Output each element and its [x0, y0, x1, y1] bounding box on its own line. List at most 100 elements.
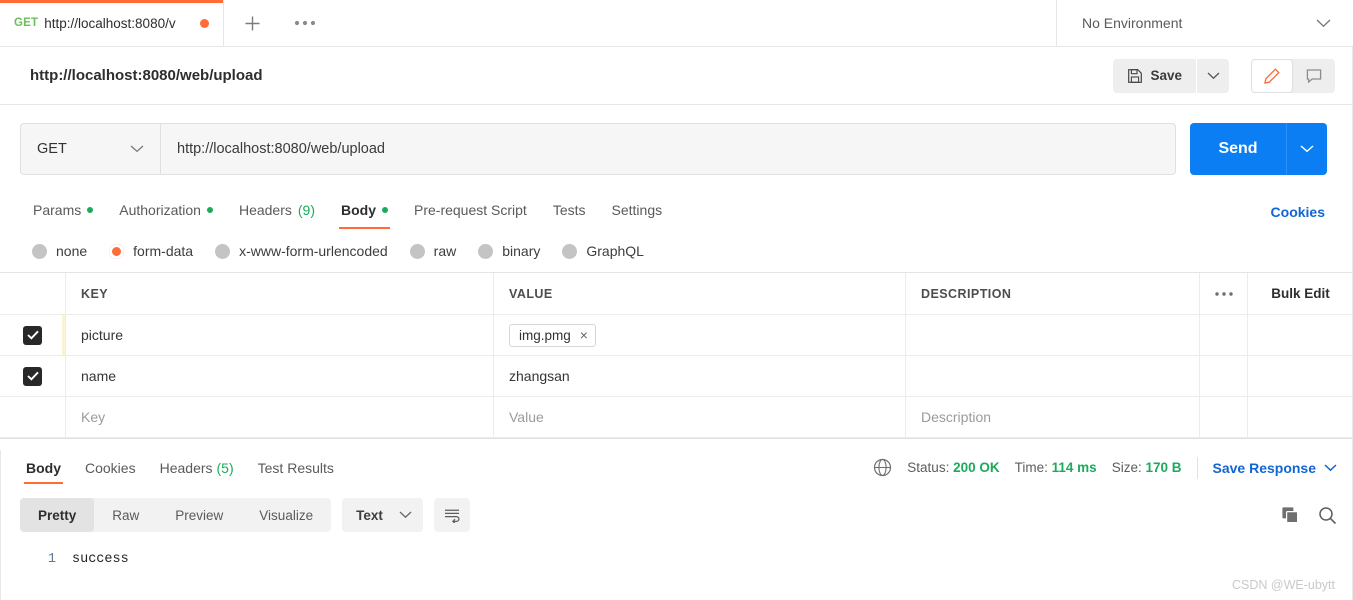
remove-file-icon[interactable]: ×	[580, 328, 588, 342]
view-mode-pretty[interactable]: Pretty	[20, 498, 95, 532]
tab-headers-label: Headers	[238, 202, 292, 218]
tab-settings[interactable]: Settings	[599, 191, 676, 229]
view-mode-preview[interactable]: Preview	[157, 498, 241, 532]
tab-body[interactable]: Body	[328, 191, 401, 229]
response-view-mode-group: Pretty Raw Preview Visualize	[20, 498, 332, 532]
request-title: http://localhost:8080/web/upload	[30, 67, 263, 84]
file-chip-label: img.pmg	[519, 327, 571, 343]
row-key-cell[interactable]: name	[66, 356, 494, 396]
placeholder-key-cell[interactable]: Key	[66, 397, 494, 437]
bulk-edit-button[interactable]: Bulk Edit	[1248, 273, 1353, 314]
row-description-cell[interactable]	[906, 356, 1200, 396]
tab-headers[interactable]: Headers (9)	[226, 191, 328, 229]
status-label: Status:	[907, 460, 950, 475]
body-type-binary[interactable]: binary	[478, 243, 540, 259]
response-tab-headers-label: Headers	[159, 459, 213, 476]
wrap-lines-button[interactable]	[433, 498, 470, 532]
send-options-button[interactable]	[1286, 123, 1327, 175]
response-tab-body[interactable]: Body	[14, 445, 73, 490]
edit-request-button[interactable]	[1251, 58, 1293, 93]
row-value-value: zhangsan	[509, 368, 570, 384]
body-type-raw-label: raw	[433, 243, 457, 259]
cookies-link[interactable]: Cookies	[1271, 204, 1325, 229]
placeholder-description-label: Description	[921, 409, 992, 425]
environment-selector[interactable]: No Environment	[1057, 0, 1353, 46]
wrap-lines-icon	[443, 507, 461, 523]
body-type-radio-group: none form-data x-www-form-urlencoded raw…	[0, 229, 1353, 272]
chevron-down-icon	[130, 145, 144, 153]
response-status-bar: Status: 200 OK Time: 114 ms Size: 170 B …	[873, 456, 1338, 479]
row-key-cell[interactable]: picture	[66, 315, 494, 355]
time-group: Time: 114 ms	[1015, 460, 1097, 475]
body-type-urlencoded[interactable]: x-www-form-urlencoded	[215, 243, 388, 259]
body-type-graphql-label: GraphQL	[586, 243, 644, 259]
response-tab-test-results[interactable]: Test Results	[246, 445, 346, 490]
tab-pre-request-script[interactable]: Pre-request Script	[401, 191, 540, 229]
tab-body-dot	[382, 207, 388, 213]
send-button[interactable]: Send	[1190, 123, 1286, 175]
comment-icon	[1305, 67, 1323, 85]
row-description-cell[interactable]	[906, 315, 1200, 355]
row-checkbox-unchecked[interactable]	[23, 408, 42, 427]
row-value-cell[interactable]: zhangsan	[494, 356, 906, 396]
save-options-button[interactable]	[1197, 58, 1229, 93]
row-value-cell[interactable]: img.pmg ×	[494, 315, 906, 355]
response-tab-cookies[interactable]: Cookies	[73, 445, 148, 490]
size-value: 170 B	[1145, 460, 1182, 475]
tab-url-label: http://localhost:8080/v	[44, 15, 176, 31]
chevron-down-icon	[1324, 463, 1337, 472]
table-row: picture img.pmg ×	[0, 315, 1353, 356]
http-method-select[interactable]: GET	[20, 123, 160, 175]
tab-tests[interactable]: Tests	[540, 191, 599, 229]
url-input[interactable]: http://localhost:8080/web/upload	[160, 123, 1176, 175]
copy-button[interactable]	[1281, 506, 1300, 525]
body-type-binary-label: binary	[502, 243, 541, 259]
tab-authorization-label: Authorization	[119, 202, 201, 218]
row-end-cell	[1248, 315, 1353, 355]
tabs-more-button[interactable]	[280, 0, 330, 46]
row-checkbox-checked[interactable]	[23, 366, 42, 386]
view-mode-raw[interactable]: Raw	[94, 498, 157, 532]
url-bar: GET http://localhost:8080/web/upload Sen…	[0, 105, 1353, 191]
pencil-icon	[1263, 67, 1281, 85]
new-tab-button[interactable]	[224, 0, 280, 46]
save-button[interactable]: Save	[1113, 58, 1196, 93]
save-response-button[interactable]: Save Response	[1213, 460, 1338, 476]
search-icon	[1318, 506, 1337, 525]
placeholder-description-cell[interactable]: Description	[906, 397, 1200, 437]
body-type-graphql[interactable]: GraphQL	[562, 243, 644, 259]
tab-authorization[interactable]: Authorization	[106, 191, 226, 229]
globe-icon	[873, 458, 892, 477]
tab-pre-request-script-label: Pre-request Script	[414, 202, 527, 218]
response-format-select[interactable]: Text	[342, 498, 423, 532]
placeholder-checkbox-cell	[0, 397, 66, 437]
search-button[interactable]	[1318, 506, 1337, 525]
tab-params[interactable]: Params	[20, 191, 106, 229]
line-number: 1	[47, 552, 56, 567]
response-tab-cookies-label: Cookies	[85, 459, 136, 476]
http-method-value: GET	[37, 141, 67, 157]
response-tab-body-label: Body	[26, 459, 61, 476]
row-options-cell	[1200, 315, 1248, 355]
view-mode-visualize[interactable]: Visualize	[241, 498, 331, 532]
comments-button[interactable]	[1293, 59, 1335, 93]
body-type-none[interactable]: none	[32, 243, 87, 259]
request-tab[interactable]: GET http://localhost:8080/v	[0, 0, 224, 46]
body-type-none-label: none	[56, 243, 88, 259]
response-body-viewer[interactable]: 1 success	[0, 542, 1353, 567]
tab-body-label: Body	[341, 202, 376, 218]
postman-window: GET http://localhost:8080/v No Environme…	[0, 0, 1353, 600]
table-options-button[interactable]	[1200, 273, 1248, 314]
row-checkbox-checked[interactable]	[23, 325, 42, 345]
size-group: Size: 170 B	[1112, 460, 1182, 475]
response-separator	[0, 438, 1353, 445]
row-checkbox-cell	[0, 315, 66, 355]
file-chip[interactable]: img.pmg ×	[509, 323, 596, 347]
header-key-cell: KEY	[66, 273, 494, 314]
response-tab-headers[interactable]: Headers (5)	[148, 445, 246, 490]
floppy-disk-icon	[1127, 68, 1143, 84]
request-tabs: Params Authorization Headers (9) Body Pr…	[0, 191, 1353, 229]
placeholder-value-cell[interactable]: Value	[494, 397, 906, 437]
body-type-form-data[interactable]: form-data	[109, 243, 193, 259]
body-type-raw[interactable]: raw	[409, 243, 457, 259]
